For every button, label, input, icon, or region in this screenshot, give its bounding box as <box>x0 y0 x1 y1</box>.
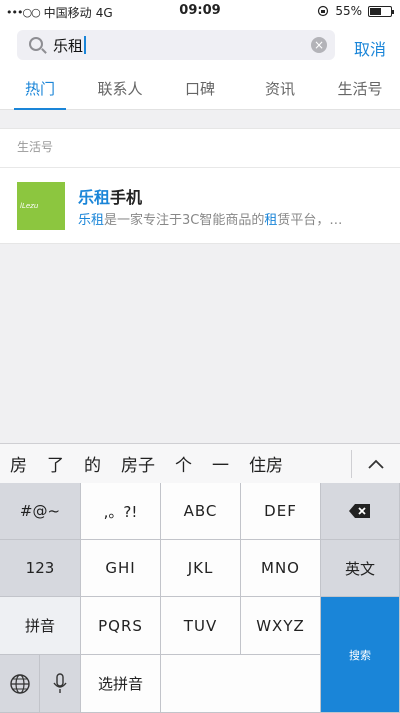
desc-middle: 是一家专注于3C智能商品的 <box>104 213 265 228</box>
cancel-button[interactable]: 取消 <box>354 36 386 60</box>
list-item[interactable]: lLezu 乐租手机 乐租是一家专注于3C智能商品的租赁平台，… <box>0 168 400 244</box>
status-right: 55% <box>317 4 394 18</box>
jkl-key[interactable]: JKL <box>161 540 241 597</box>
search-query: 乐租 <box>53 36 84 55</box>
battery-fill <box>370 7 381 15</box>
candidate-word[interactable]: 房 <box>0 451 37 476</box>
clear-icon[interactable]: × <box>311 37 327 53</box>
globe-icon <box>9 673 30 694</box>
result-title: 乐租手机 <box>78 184 142 208</box>
punctuation-key[interactable]: ,。?! <box>81 483 161 540</box>
candidate-bar: 房 了 的 房子 个 一 住房 <box>0 443 400 483</box>
enter-key[interactable]: 搜索 <box>321 597 400 713</box>
tab-life-account[interactable]: 生活号 <box>320 70 400 109</box>
text-caret <box>84 36 87 54</box>
globe-key[interactable] <box>0 655 40 713</box>
tuv-key[interactable]: TUV <box>161 597 241 655</box>
result-title-rest: 手机 <box>110 188 143 207</box>
pinyin-key[interactable]: 拼音 <box>0 597 81 655</box>
search-header: 乐租 × 取消 <box>0 22 400 70</box>
status-bar: •••○○ 中国移动 4G 09:09 55% <box>0 0 400 22</box>
mno-key[interactable]: MNO <box>241 540 321 597</box>
numbers-key[interactable]: 123 <box>0 540 81 597</box>
backspace-key[interactable] <box>321 483 400 540</box>
result-title-highlight: 乐租 <box>78 188 111 207</box>
battery-icon <box>368 5 394 17</box>
microphone-icon <box>53 672 67 693</box>
def-key[interactable]: DEF <box>241 483 321 540</box>
result-description: 乐租是一家专注于3C智能商品的租赁平台，… <box>78 209 378 228</box>
wxyz-key[interactable]: WXYZ <box>241 597 321 655</box>
english-key[interactable]: 英文 <box>321 540 400 597</box>
logo-text: lLezu <box>20 202 39 210</box>
orientation-lock-icon <box>318 5 329 17</box>
candidate-word[interactable]: 个 <box>165 451 202 476</box>
lezu-logo: lLezu <box>17 182 65 230</box>
tab-hot[interactable]: 热门 <box>0 70 80 110</box>
candidate-word[interactable]: 一 <box>202 451 239 476</box>
candidate-word[interactable]: 住房 <box>239 451 293 476</box>
battery-percent: 55% <box>335 4 362 18</box>
section-title: 生活号 <box>0 128 400 168</box>
symbols-key[interactable]: #@~ <box>0 483 81 540</box>
search-input[interactable]: 乐租 <box>53 34 87 56</box>
category-tabs: 热门 联系人 口碑 资讯 生活号 <box>0 70 400 110</box>
select-pinyin-key[interactable]: 选拼音 <box>81 655 161 713</box>
tab-news[interactable]: 资讯 <box>240 70 320 109</box>
ghi-key[interactable]: GHI <box>81 540 161 597</box>
search-icon <box>29 37 43 51</box>
microphone-key[interactable] <box>40 655 81 713</box>
abc-key[interactable]: ABC <box>161 483 241 540</box>
desc-highlight-1: 乐租 <box>78 213 105 228</box>
tab-contacts[interactable]: 联系人 <box>80 70 160 109</box>
desc-end: 赁平台，… <box>277 213 343 228</box>
candidate-word[interactable]: 房子 <box>111 451 165 476</box>
search-box[interactable]: 乐租 × <box>17 30 335 60</box>
space-key[interactable] <box>161 655 321 713</box>
pqrs-key[interactable]: PQRS <box>81 597 161 655</box>
keyboard: #@~ ,。?! ABC DEF 123 GHI JKL MNO 英文 拼音 P… <box>0 483 400 713</box>
chevron-up-icon[interactable] <box>366 454 386 474</box>
backspace-icon <box>349 504 370 518</box>
desc-highlight-2: 租 <box>264 213 278 228</box>
candidate-word[interactable]: 了 <box>37 451 74 476</box>
tab-koubei[interactable]: 口碑 <box>160 70 240 109</box>
candidate-divider <box>351 450 352 478</box>
candidate-word[interactable]: 的 <box>74 451 111 476</box>
